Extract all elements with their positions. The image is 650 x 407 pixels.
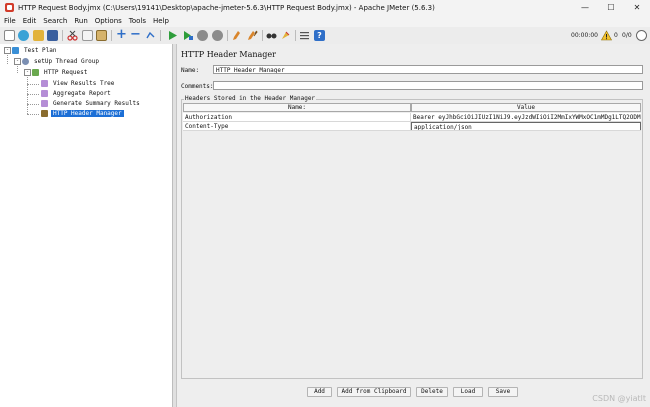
search-icon[interactable] xyxy=(266,30,277,41)
maximize-button[interactable]: ☐ xyxy=(598,0,624,15)
page-title: HTTP Header Manager xyxy=(181,50,276,59)
name-label: Name: xyxy=(181,67,200,74)
column-header-value[interactable]: Value xyxy=(411,103,641,112)
collapse-all-icon[interactable]: − xyxy=(130,28,141,41)
header-value-cell[interactable]: Bearer eyJhbGciOiJIUzI1NiJ9.eyJzdWIiOiI2… xyxy=(411,113,641,121)
new-icon[interactable] xyxy=(4,30,15,41)
menu-bar: File Edit Search Run Options Tools Help xyxy=(0,15,650,27)
cut-icon[interactable] xyxy=(67,30,78,41)
menu-file[interactable]: File xyxy=(4,17,16,25)
elapsed-timer: 00:00:00 xyxy=(571,32,598,39)
minimize-button[interactable]: — xyxy=(572,0,598,15)
watermark-text: CSDN @yiatlt xyxy=(592,394,646,403)
menu-options[interactable]: Options xyxy=(95,17,122,25)
headers-table: Name: Value Authorization Bearer eyJhbGc… xyxy=(183,103,641,377)
collapse-http-request-toggle[interactable]: - xyxy=(24,69,31,76)
open-icon[interactable] xyxy=(33,30,44,41)
comments-input[interactable] xyxy=(213,81,643,90)
warning-count: 0 xyxy=(614,32,618,39)
load-button[interactable]: Load xyxy=(453,387,483,397)
menu-edit[interactable]: Edit xyxy=(23,17,37,25)
listener-icon xyxy=(41,80,48,87)
config-element-icon xyxy=(41,110,48,117)
name-input[interactable]: HTTP Header Manager xyxy=(213,65,643,74)
warning-icon[interactable] xyxy=(600,30,613,41)
sampler-icon xyxy=(32,69,39,76)
menu-help[interactable]: Help xyxy=(153,17,169,25)
tree-item-http-header-manager[interactable]: HTTP Header Manager xyxy=(41,109,124,118)
start-no-pauses-icon[interactable] xyxy=(182,30,193,41)
header-value-cell[interactable]: application/json xyxy=(411,122,641,130)
menu-tools[interactable]: Tools xyxy=(129,17,146,25)
tree-item-test-plan[interactable]: Test Plan xyxy=(12,46,59,55)
jmeter-app-icon xyxy=(5,3,14,12)
headers-group-title: Headers Stored in the Header Manager xyxy=(184,95,317,102)
table-row[interactable]: Content-Type application/json xyxy=(183,122,641,131)
delete-button[interactable]: Delete xyxy=(416,387,448,397)
close-button[interactable]: ✕ xyxy=(624,0,650,15)
remote-status-icon xyxy=(636,30,647,41)
function-helper-icon[interactable] xyxy=(299,30,310,41)
toolbar: + − ? 00:00:00 0 0/0 xyxy=(0,27,650,45)
menu-search[interactable]: Search xyxy=(43,17,67,25)
column-header-name[interactable]: Name: xyxy=(183,103,411,112)
clear-all-icon[interactable] xyxy=(247,30,258,41)
collapse-test-plan-toggle[interactable]: - xyxy=(4,47,11,54)
stop-icon[interactable] xyxy=(197,30,208,41)
collapse-thread-group-toggle[interactable]: - xyxy=(14,58,21,65)
save-button[interactable]: Save xyxy=(488,387,518,397)
title-bar: HTTP Request Body.jmx (C:\Users\19141\De… xyxy=(0,0,650,15)
thread-count: 0/0 xyxy=(622,32,632,39)
add-button[interactable]: Add xyxy=(307,387,332,397)
header-name-cell[interactable]: Content-Type xyxy=(183,122,411,130)
copy-icon[interactable] xyxy=(82,30,93,41)
test-plan-icon xyxy=(12,47,19,54)
comments-label: Comments: xyxy=(181,83,214,90)
expand-all-icon[interactable]: + xyxy=(116,28,127,41)
reset-search-icon[interactable] xyxy=(280,30,291,41)
listener-icon xyxy=(41,90,48,97)
tree-item-setup-thread-group[interactable]: setUp Thread Group xyxy=(22,57,101,66)
tree-item-aggregate-report[interactable]: Aggregate Report xyxy=(41,89,113,98)
tree-item-http-request[interactable]: HTTP Request xyxy=(32,68,89,77)
menu-run[interactable]: Run xyxy=(74,17,87,25)
header-name-cell[interactable]: Authorization xyxy=(183,113,411,121)
tree-item-generate-summary-results[interactable]: Generate Summary Results xyxy=(41,99,142,108)
start-icon[interactable] xyxy=(167,30,178,41)
help-icon[interactable]: ? xyxy=(314,30,325,41)
shutdown-icon[interactable] xyxy=(212,30,223,41)
save-icon[interactable] xyxy=(47,30,58,41)
tree-item-view-results-tree[interactable]: View Results Tree xyxy=(41,79,116,88)
listener-icon xyxy=(41,100,48,107)
thread-group-icon xyxy=(22,58,29,65)
clear-icon[interactable] xyxy=(232,30,243,41)
table-row[interactable]: Authorization Bearer eyJhbGciOiJIUzI1NiJ… xyxy=(183,113,641,122)
add-from-clipboard-button[interactable]: Add from Clipboard xyxy=(337,387,411,397)
templates-icon[interactable] xyxy=(18,30,29,41)
window-title: HTTP Request Body.jmx (C:\Users\19141\De… xyxy=(18,3,435,12)
paste-icon[interactable] xyxy=(96,30,107,41)
toggle-icon[interactable] xyxy=(145,30,156,41)
test-plan-tree: - Test Plan - setUp Thread Group - HTTP … xyxy=(0,44,173,407)
